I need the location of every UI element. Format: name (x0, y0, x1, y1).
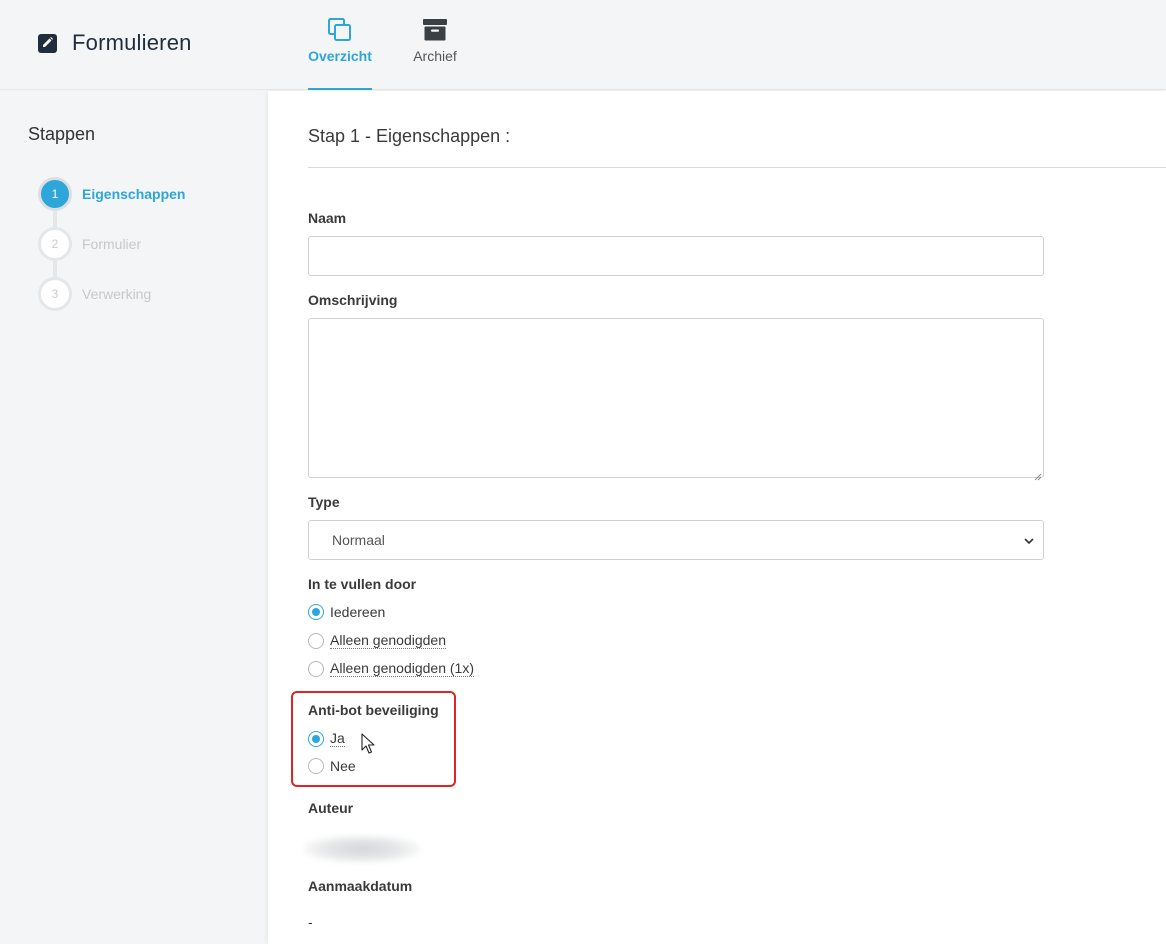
radio-label: Iedereen (330, 604, 386, 620)
tab-archief-label: Archief (413, 48, 457, 64)
resize-grip-icon[interactable] (1034, 468, 1042, 481)
type-selected-value: Normaal (332, 532, 385, 548)
copy-icon (327, 17, 353, 43)
auteur-label: Auteur (308, 800, 354, 816)
aanmaakdatum-value: - (308, 914, 313, 930)
antibot-label: Anti-bot beveiliging (308, 702, 439, 718)
radio-iedereen[interactable]: Iedereen (308, 604, 385, 620)
tab-archief[interactable]: Archief (404, 0, 466, 90)
naam-input[interactable] (308, 236, 1044, 276)
aanmaakdatum-label: Aanmaakdatum (308, 878, 413, 894)
radio-label: Alleen genodigden (330, 632, 446, 649)
main-panel: Stap 1 - Eigenschappen : Naam Omschrijvi… (268, 91, 1166, 944)
app-title: Formulieren (72, 30, 192, 55)
radio-label: Nee (330, 758, 356, 774)
type-label: Type (308, 494, 340, 510)
fill-in-by-label: In te vullen door (308, 576, 417, 592)
tab-overzicht[interactable]: Overzicht (308, 0, 372, 90)
radio-antibot-ja[interactable]: Ja (308, 730, 345, 747)
radio-alleen-genodigden[interactable]: Alleen genodigden (308, 632, 446, 649)
radio-label: Alleen genodigden (1x) (330, 660, 474, 677)
radio-button[interactable] (308, 758, 324, 774)
naam-label: Naam (308, 210, 347, 226)
auteur-value-redacted (304, 835, 420, 863)
page-title: Stap 1 - Eigenschappen : (308, 126, 511, 146)
step-label: Verwerking (82, 286, 152, 302)
radio-button[interactable] (308, 660, 324, 677)
step-number: 3 (38, 277, 72, 311)
step-label: Eigenschappen (82, 186, 186, 202)
type-select[interactable]: Normaal (308, 520, 1044, 560)
step-number: 2 (38, 227, 72, 261)
radio-label: Ja (330, 730, 345, 747)
step-eigenschappen[interactable]: 1 Eigenschappen (38, 177, 185, 211)
radio-button[interactable] (308, 730, 324, 747)
tab-overzicht-label: Overzicht (308, 48, 372, 64)
omschrijving-textarea[interactable] (308, 318, 1044, 478)
edit-icon (38, 33, 57, 53)
top-header: Formulieren Overzicht Archief (0, 0, 1166, 90)
step-number: 1 (38, 177, 72, 211)
mouse-pointer-icon (361, 733, 375, 760)
sidebar-title: Stappen (28, 124, 96, 144)
omschrijving-label: Omschrijving (308, 292, 398, 308)
radio-antibot-nee[interactable]: Nee (308, 758, 356, 774)
archive-box-icon (422, 17, 448, 43)
step-formulier[interactable]: 2 Formulier (38, 227, 141, 261)
radio-button[interactable] (308, 632, 324, 649)
title-divider (308, 167, 1166, 168)
radio-alleen-genodigden-1x[interactable]: Alleen genodigden (1x) (308, 660, 474, 677)
omschrijving-wrapper (308, 318, 1044, 481)
step-label: Formulier (82, 236, 142, 252)
chevron-down-icon (1023, 534, 1035, 550)
app-brand: Formulieren (38, 30, 192, 56)
step-verwerking[interactable]: 3 Verwerking (38, 277, 151, 311)
steps-sidebar: Stappen 1 Eigenschappen 2 Formulier 3 Ve… (0, 91, 267, 944)
radio-button[interactable] (308, 604, 324, 620)
